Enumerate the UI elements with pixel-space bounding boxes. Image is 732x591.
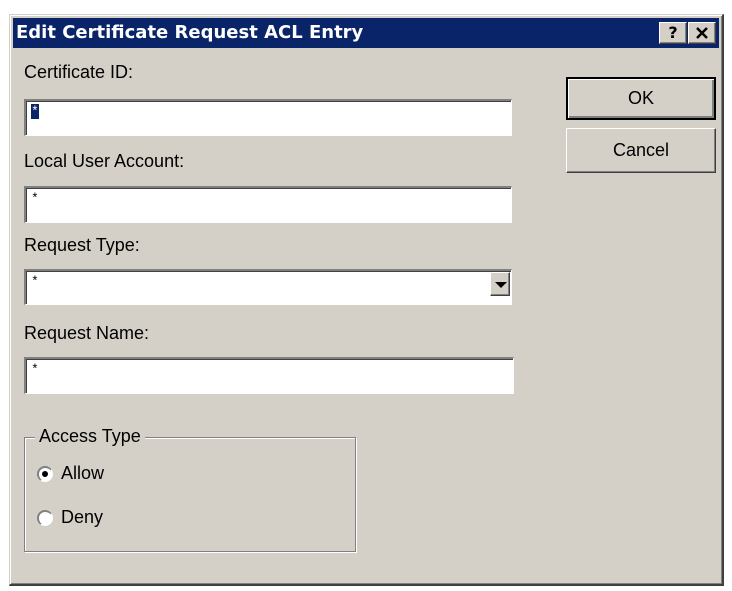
title-bar[interactable]: Edit Certificate Request ACL Entry ? bbox=[13, 18, 719, 48]
certificate-id-label: Certificate ID: bbox=[24, 62, 134, 82]
request-type-label: Request Type: bbox=[24, 235, 140, 255]
local-user-account-input[interactable]: * bbox=[24, 186, 512, 223]
ok-button[interactable]: OK bbox=[566, 77, 716, 120]
close-button[interactable] bbox=[688, 22, 716, 44]
dialog-title: Edit Certificate Request ACL Entry bbox=[16, 22, 364, 43]
certificate-id-input[interactable]: * bbox=[24, 99, 512, 136]
local-user-account-value: * bbox=[31, 191, 39, 206]
request-type-value: * bbox=[31, 274, 39, 289]
chevron-down-icon[interactable] bbox=[490, 272, 510, 296]
edit-acl-dialog: Edit Certificate Request ACL Entry ? Cer… bbox=[9, 14, 724, 586]
close-icon bbox=[696, 27, 708, 39]
certificate-id-value: * bbox=[31, 104, 39, 119]
radio-allow-indicator[interactable] bbox=[37, 466, 53, 482]
radio-deny-indicator[interactable] bbox=[37, 510, 53, 526]
cancel-button[interactable]: Cancel bbox=[566, 128, 716, 173]
request-type-dropdown[interactable]: * bbox=[24, 269, 512, 305]
request-name-label: Request Name: bbox=[24, 323, 150, 343]
request-name-value: * bbox=[31, 362, 39, 377]
help-button[interactable]: ? bbox=[659, 22, 687, 44]
access-type-legend: Access Type bbox=[35, 426, 145, 447]
local-user-account-label: Local User Account: bbox=[24, 151, 185, 171]
radio-allow-label: Allow bbox=[61, 463, 105, 483]
radio-deny-label: Deny bbox=[61, 507, 104, 527]
request-name-input[interactable]: * bbox=[24, 357, 514, 394]
access-type-group: Access Type Allow Deny bbox=[24, 426, 356, 552]
